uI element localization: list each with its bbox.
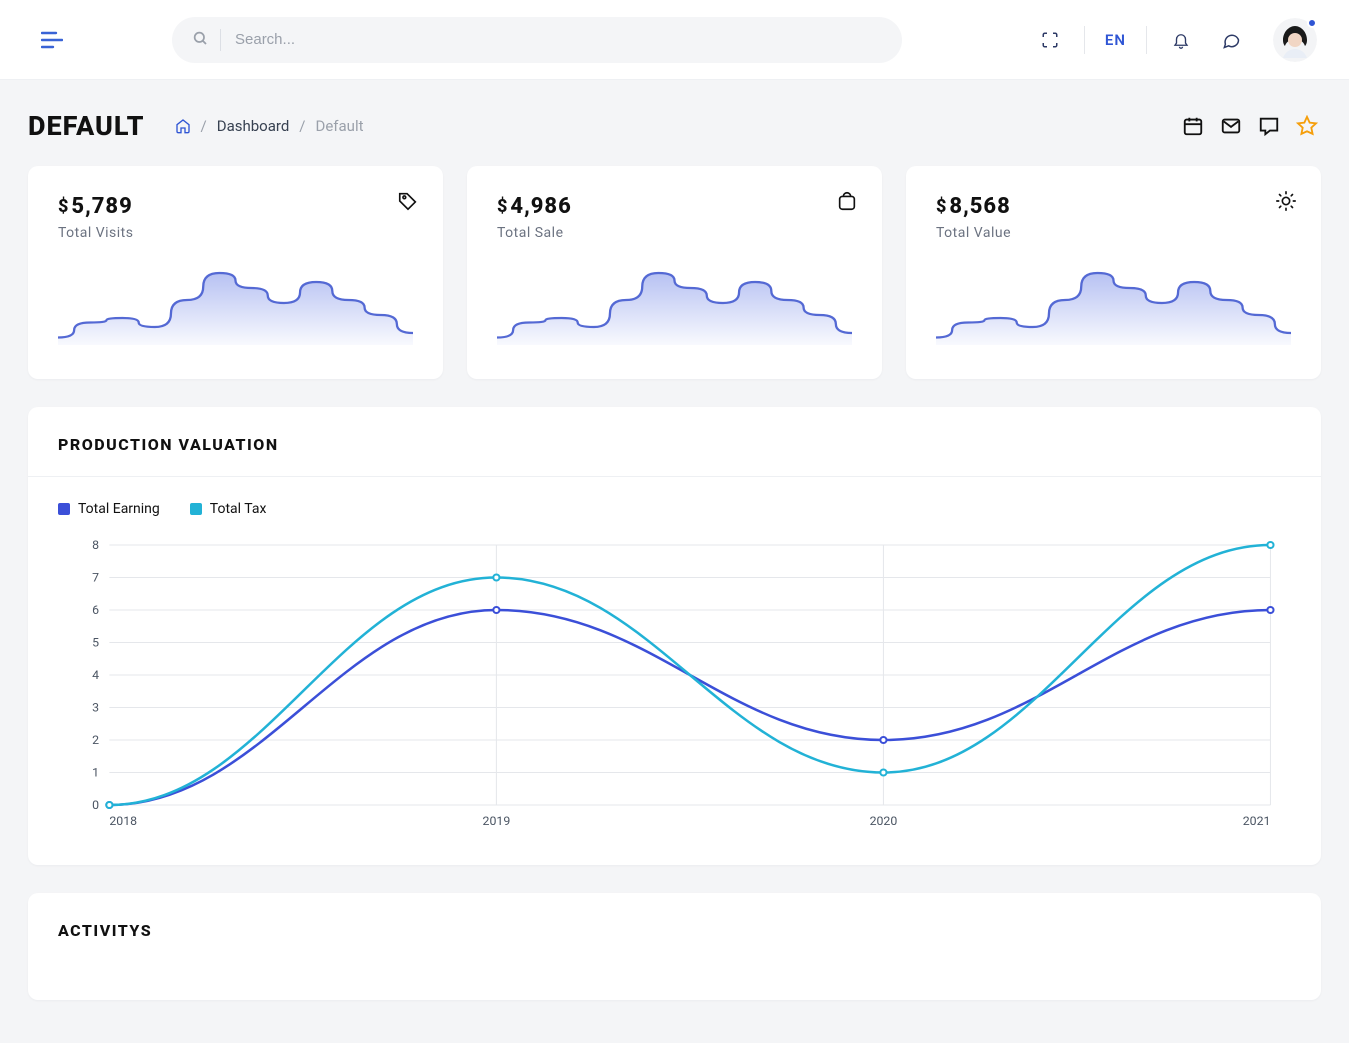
svg-text:2020: 2020 <box>870 814 898 828</box>
breadcrumb-current: Default <box>316 117 364 135</box>
page-title: DEFAULT <box>28 110 145 142</box>
search-divider <box>220 29 221 51</box>
calendar-icon <box>1182 115 1204 137</box>
tag-icon <box>397 190 419 216</box>
breadcrumb: / Dashboard / Default <box>175 117 364 135</box>
search-icon <box>192 30 208 50</box>
star-icon <box>1296 115 1318 137</box>
chat-button[interactable] <box>1255 112 1283 140</box>
activitys-title: ACTIVITYS <box>58 921 1291 940</box>
sparkline <box>936 265 1291 345</box>
svg-text:1: 1 <box>92 766 99 780</box>
legend-tax[interactable]: Total Tax <box>190 501 267 517</box>
mail-icon <box>1220 115 1242 137</box>
sparkline <box>497 265 852 345</box>
activitys-card: ACTIVITYS <box>28 893 1321 1000</box>
mail-button[interactable] <box>1217 112 1245 140</box>
svg-text:6: 6 <box>92 603 99 617</box>
stat-number: 5,789 <box>71 194 132 219</box>
svg-text:7: 7 <box>92 571 99 585</box>
calendar-button[interactable] <box>1179 112 1207 140</box>
stat-label: Total Sale <box>497 225 852 241</box>
production-valuation-card: PRODUCTION VALUATION Total Earning Total… <box>28 407 1321 865</box>
shopping-bag-icon <box>836 190 858 216</box>
svg-text:5: 5 <box>92 636 99 650</box>
legend-label: Total Tax <box>210 501 267 517</box>
breadcrumb-sep: / <box>299 117 305 135</box>
pv-title: PRODUCTION VALUATION <box>58 435 1291 454</box>
sun-icon <box>1275 190 1297 216</box>
sparkline <box>58 265 413 345</box>
pv-legend: Total Earning Total Tax <box>58 501 1291 517</box>
chat-icon <box>1221 30 1241 50</box>
pagebar-actions <box>1179 112 1321 140</box>
stat-value: $8,568 <box>936 194 1291 219</box>
stats-row: $5,789 Total Visits $4,986 Total Sale <box>28 166 1321 379</box>
favorite-button[interactable] <box>1293 112 1321 140</box>
svg-text:2021: 2021 <box>1243 814 1271 828</box>
avatar-status-dot <box>1307 18 1317 28</box>
pv-header: PRODUCTION VALUATION <box>28 407 1321 477</box>
main-content: $5,789 Total Visits $4,986 Total Sale <box>0 166 1349 1040</box>
header-divider <box>1084 26 1085 54</box>
stat-label: Total Visits <box>58 225 413 241</box>
legend-swatch <box>58 503 70 515</box>
page-bar: DEFAULT / Dashboard / Default <box>0 80 1349 166</box>
breadcrumb-sep: / <box>201 117 207 135</box>
svg-text:2019: 2019 <box>483 814 511 828</box>
header-right: EN <box>1028 18 1317 62</box>
stat-value: $5,789 <box>58 194 413 219</box>
search-input[interactable] <box>235 31 882 48</box>
legend-earning[interactable]: Total Earning <box>58 501 160 517</box>
stat-card-sale: $4,986 Total Sale <box>467 166 882 379</box>
stat-value: $4,986 <box>497 194 852 219</box>
svg-text:4: 4 <box>92 668 99 682</box>
legend-swatch <box>190 503 202 515</box>
home-icon <box>175 118 191 134</box>
search-wrap <box>172 17 902 63</box>
breadcrumb-dashboard[interactable]: Dashboard <box>217 117 290 135</box>
stat-card-visits: $5,789 Total Visits <box>28 166 443 379</box>
notifications-button[interactable] <box>1159 18 1203 62</box>
menu-icon <box>41 31 63 49</box>
fullscreen-icon <box>1041 31 1059 49</box>
messages-button[interactable] <box>1209 18 1253 62</box>
app-header: EN <box>0 0 1349 80</box>
svg-text:0: 0 <box>92 798 99 812</box>
menu-toggle[interactable] <box>32 20 72 60</box>
svg-text:8: 8 <box>92 538 99 552</box>
language-switch[interactable]: EN <box>1097 31 1134 49</box>
stat-number: 8,568 <box>949 194 1010 219</box>
breadcrumb-home[interactable] <box>175 118 191 134</box>
svg-text:3: 3 <box>92 701 99 715</box>
header-divider <box>1146 26 1147 54</box>
user-avatar[interactable] <box>1273 18 1317 62</box>
stat-number: 4,986 <box>510 194 571 219</box>
legend-label: Total Earning <box>78 501 160 517</box>
stat-card-value: $8,568 Total Value <box>906 166 1321 379</box>
pv-chart: 0 1 2 3 4 5 6 7 8 2018 2019 2020 2021 <box>58 535 1291 835</box>
message-square-icon <box>1258 115 1280 137</box>
svg-text:2: 2 <box>92 733 99 747</box>
bell-icon <box>1172 30 1190 50</box>
fullscreen-button[interactable] <box>1028 18 1072 62</box>
svg-text:2018: 2018 <box>109 814 137 828</box>
stat-label: Total Value <box>936 225 1291 241</box>
